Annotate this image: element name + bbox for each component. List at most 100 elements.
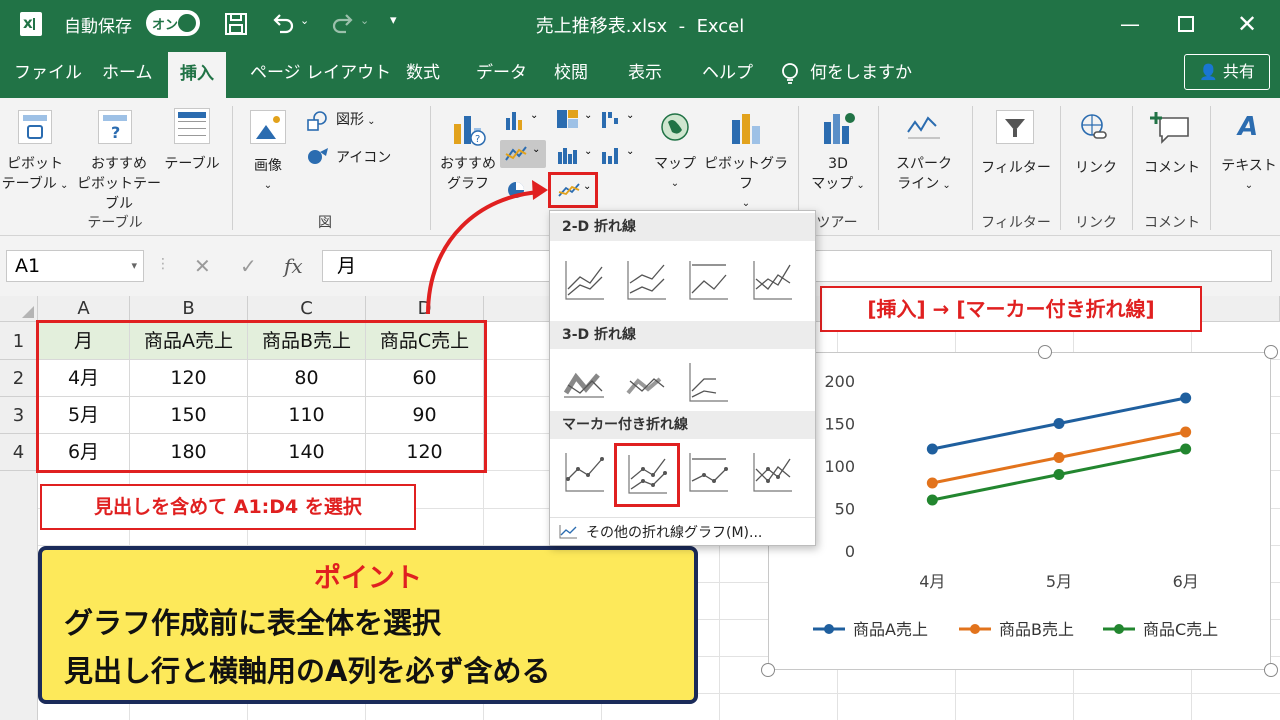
row-header-1[interactable]: 1 <box>0 322 38 360</box>
insert-function-button[interactable]: fx <box>284 254 303 278</box>
recommended-pivot-button[interactable]: おすすめ ピボットテーブル <box>76 154 162 214</box>
pivot-chart-button[interactable]: ピボットグラフ ⌄ <box>700 154 792 214</box>
tell-me-search[interactable]: 何をしますか <box>810 48 912 98</box>
line-option-4-icon[interactable] <box>746 255 798 307</box>
chart-resize-handle[interactable] <box>1264 663 1278 677</box>
shapes-button[interactable]: 図形 ⌄ <box>336 110 376 132</box>
tab-review[interactable]: 校閲 <box>554 48 588 98</box>
save-icon[interactable] <box>224 12 250 36</box>
table-icon[interactable] <box>174 108 210 144</box>
pie-chart-icon[interactable] <box>506 180 526 200</box>
tab-data[interactable]: データ <box>476 48 527 98</box>
legend-label: 商品C売上 <box>1143 620 1218 639</box>
text-icon[interactable]: A <box>1238 112 1258 142</box>
sparkline-icon[interactable] <box>906 112 942 142</box>
column-header-b[interactable]: B <box>130 296 248 322</box>
chart-resize-handle[interactable] <box>1264 345 1278 359</box>
line-chart[interactable]: 0 50 100 150 200 4月 5月 6月 商品A売上 商品B売上 商品C売上 <box>768 352 1271 670</box>
comment-button[interactable]: コメント <box>1140 158 1204 178</box>
sparklines-button[interactable]: スパーク ライン ⌄ <box>886 154 962 196</box>
select-all-corner[interactable] <box>0 296 38 322</box>
shapes-icon[interactable] <box>306 110 330 132</box>
3d-line-option-3-icon[interactable] <box>682 357 734 409</box>
row-header-4[interactable]: 4 <box>0 434 38 471</box>
row-header-3[interactable]: 3 <box>0 397 38 434</box>
3d-map-button[interactable]: 3D マップ ⌄ <box>808 154 868 196</box>
line-chart-highlight[interactable]: ⌄ <box>548 172 598 208</box>
stacked-line-option-icon[interactable] <box>620 255 672 307</box>
name-box[interactable]: A1 ▾ <box>6 250 144 282</box>
chart-resize-handle[interactable] <box>1038 345 1052 359</box>
redo-icon[interactable] <box>330 12 356 36</box>
enter-icon[interactable]: ✓ <box>240 254 257 278</box>
customize-qat-icon[interactable]: ▾ <box>390 13 397 28</box>
maximize-button[interactable] <box>1178 16 1194 32</box>
undo-icon[interactable] <box>270 12 296 36</box>
link-icon[interactable] <box>1078 112 1110 144</box>
tab-file[interactable]: ファイル <box>14 48 82 98</box>
combo-chart-icon[interactable] <box>600 144 622 166</box>
filter-icon[interactable] <box>996 110 1034 144</box>
statistic-chart-icon[interactable] <box>556 144 580 166</box>
maps-button[interactable]: マップ ⌄ <box>652 154 698 194</box>
3d-map-icon[interactable] <box>820 110 856 146</box>
tab-page-layout[interactable]: ページ レイアウト <box>250 48 391 98</box>
redo-dropdown-icon[interactable]: ⌄ <box>360 14 369 27</box>
hierarchy-dropdown-icon[interactable]: ⌄ <box>584 110 592 121</box>
line-marker-option-4-icon[interactable] <box>746 447 798 499</box>
close-button[interactable]: ✕ <box>1222 0 1272 48</box>
selected-marker-option[interactable] <box>614 443 680 507</box>
text-button[interactable]: テキスト ⌄ <box>1218 156 1280 196</box>
undo-dropdown-icon[interactable]: ⌄ <box>300 14 309 27</box>
table-button[interactable]: テーブル <box>164 154 220 174</box>
pivot-table-icon[interactable] <box>18 110 52 144</box>
tab-view[interactable]: 表示 <box>628 48 662 98</box>
slicer-button[interactable]: フィルター <box>980 158 1052 178</box>
pivot-chart-icon[interactable] <box>728 110 764 146</box>
comment-icon[interactable] <box>1150 110 1192 144</box>
name-box-dropdown-icon[interactable]: ▾ <box>131 251 137 281</box>
row-header-2[interactable]: 2 <box>0 360 38 397</box>
link-button[interactable]: リンク <box>1068 158 1124 178</box>
3d-line-option-icon[interactable] <box>558 357 610 409</box>
column-header-d[interactable]: D <box>366 296 484 322</box>
title-bar: x 自動保存 オン ⌄ ⌄ ▾ 売上推移表.xlsx - Excel — ✕ <box>0 0 1280 48</box>
line-marker-option-icon[interactable] <box>558 447 610 499</box>
tab-help[interactable]: ヘルプ <box>702 48 753 98</box>
recommended-charts-icon[interactable]: ? <box>450 110 486 148</box>
waterfall-chart-icon[interactable] <box>600 108 622 130</box>
waterfall-dropdown-icon[interactable]: ⌄ <box>626 110 634 121</box>
tab-home[interactable]: ホーム <box>102 48 153 98</box>
percent-stacked-line-option-icon[interactable] <box>682 255 734 307</box>
pivot-table-button[interactable]: ピボット テーブル ⌄ <box>0 154 70 196</box>
statistic-dropdown-icon[interactable]: ⌄ <box>584 146 592 157</box>
picture-icon[interactable] <box>250 110 286 144</box>
line-chart-button[interactable]: ⌄ <box>500 140 546 168</box>
icons-button[interactable]: アイコン <box>336 148 391 168</box>
tab-formulas[interactable]: 数式 <box>406 48 440 98</box>
more-line-charts-option[interactable]: その他の折れ線グラフ(M)... <box>550 517 815 545</box>
hierarchy-chart-icon[interactable] <box>556 108 580 130</box>
data-point <box>1180 426 1192 438</box>
autosave-toggle[interactable]: オン <box>146 10 200 36</box>
column-header-a[interactable]: A <box>38 296 130 322</box>
lightbulb-icon <box>782 63 798 84</box>
recommended-pivot-icon[interactable]: ? <box>98 110 132 144</box>
column-header-c[interactable]: C <box>248 296 366 322</box>
chart-resize-handle[interactable] <box>761 663 775 677</box>
recommended-charts-button[interactable]: おすすめ グラフ <box>438 154 498 194</box>
percent-line-marker-option-icon[interactable] <box>682 447 734 499</box>
share-button[interactable]: 👤 共有 <box>1184 54 1270 90</box>
minimize-button[interactable]: — <box>1105 0 1155 48</box>
icons-icon[interactable] <box>306 146 330 168</box>
tab-insert[interactable]: 挿入 <box>168 52 226 98</box>
y-tick-label: 150 <box>824 415 855 434</box>
maps-icon[interactable] <box>660 112 690 142</box>
column-chart-icon[interactable] <box>504 110 526 130</box>
column-chart-dropdown-icon[interactable]: ⌄ <box>530 110 538 121</box>
3d-line-option-2-icon[interactable] <box>620 357 672 409</box>
line-chart-option-icon[interactable] <box>558 255 610 307</box>
picture-button[interactable]: 画像 ⌄ <box>244 156 292 196</box>
combo-dropdown-icon[interactable]: ⌄ <box>626 146 634 157</box>
cancel-icon[interactable]: ✕ <box>194 254 211 278</box>
